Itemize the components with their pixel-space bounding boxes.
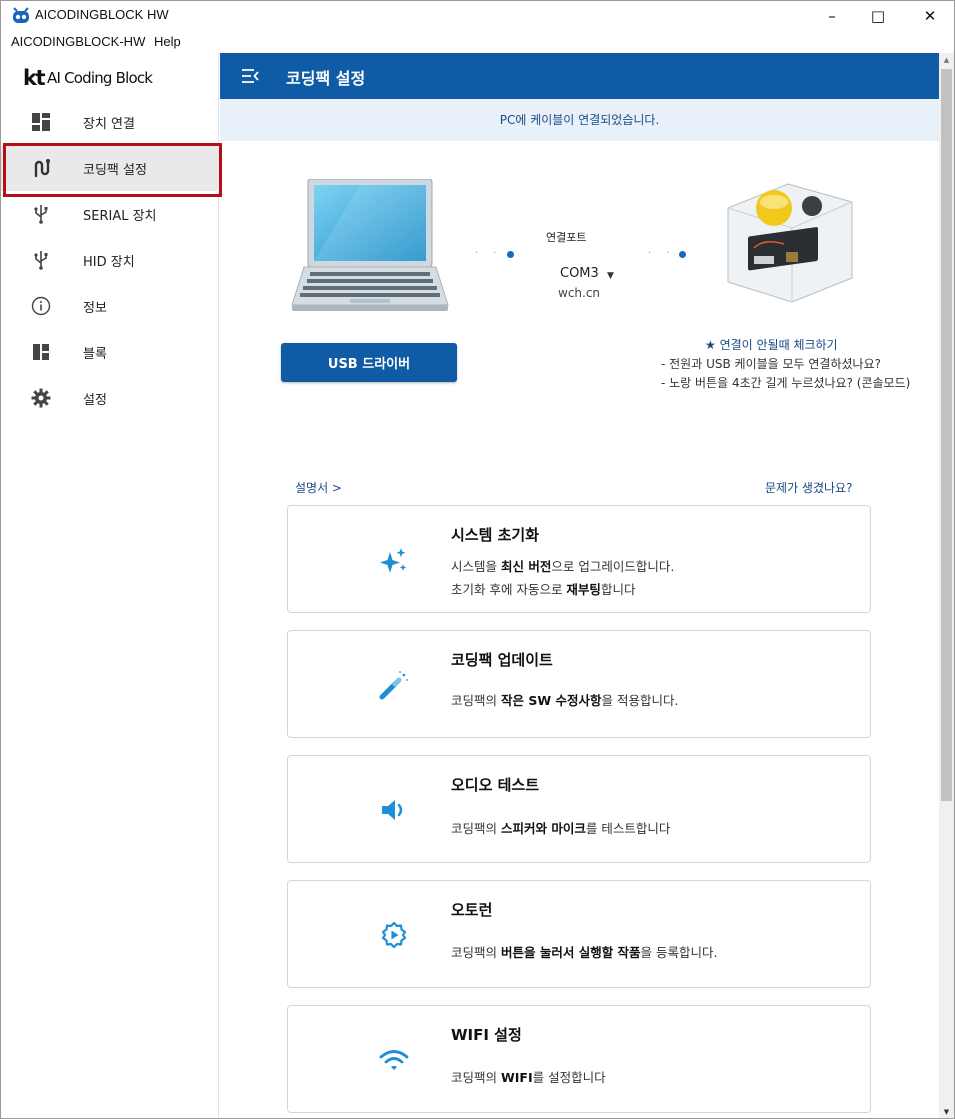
card-audio-test[interactable]: 오디오 테스트 코딩팩의 스피커와 마이크를 테스트합니다 <box>287 755 871 863</box>
speaker-icon <box>382 800 403 820</box>
selection-highlight-frame <box>3 143 222 197</box>
page-title: 코딩팩 설정 <box>286 69 366 88</box>
port-driver-vendor: wch.cn <box>558 286 601 300</box>
window-title: AICODINGBLOCK HW <box>35 7 169 22</box>
troubleshoot-line: - 전원과 USB 케이블을 모두 연결하셨나요? <box>661 357 882 371</box>
sidebar: kt AI Coding Block 장치 연결 코딩팩 설정 SERIAL 장… <box>1 53 219 1118</box>
blocks-icon <box>33 344 49 360</box>
card-desc-text: 을 적용합니다. <box>601 693 679 708</box>
troubleshoot-line: - 노랑 버튼을 4초간 길게 누르셨나요? (콘솔모드) <box>661 376 911 390</box>
menu-bar: AICODINGBLOCK-HW Help <box>1 31 954 53</box>
connector-dots-right: · · <box>648 248 676 259</box>
card-desc-text: 코딩팩의 <box>451 1070 501 1085</box>
card-desc-text: 시스템을 <box>451 559 501 574</box>
card-wifi-settings[interactable]: WIFI 설정 코딩팩의 WIFI를 설정합니다 <box>287 1005 871 1113</box>
menu-help[interactable]: Help <box>154 34 181 49</box>
card-desc-text: 합니다 <box>600 582 636 597</box>
sidebar-item-label: HID 장치 <box>83 255 135 270</box>
connector-dot-left <box>507 251 514 258</box>
menu-collapse-icon[interactable] <box>240 67 260 85</box>
sidebar-item-serial[interactable]: SERIAL 장치 <box>1 191 219 237</box>
card-title: 코딩팩 업데이트 <box>451 651 553 669</box>
dashboard-icon <box>32 113 50 131</box>
card-title: 오토런 <box>451 901 493 919</box>
sidebar-item-hid[interactable]: HID 장치 <box>1 237 219 283</box>
main-content: 코딩팩 설정 PC에 케이블이 연결되었습니다. · · · · 연결포트 CO… <box>220 53 939 1118</box>
sidebar-item-settings[interactable]: 설정 <box>1 375 219 421</box>
sidebar-item-label: 블록 <box>83 347 107 362</box>
card-desc-text: 초기화 후에 자동으로 <box>451 582 567 597</box>
maximize-button[interactable]: □ <box>855 1 901 31</box>
wifi-icon <box>379 1050 409 1070</box>
vertical-scrollbar[interactable]: ▲ ▼ <box>939 53 954 1118</box>
card-desc-text: 코딩팩의 <box>451 693 501 708</box>
page-header: 코딩팩 설정 <box>220 53 939 99</box>
card-title: 시스템 초기화 <box>451 526 540 544</box>
gear-icon <box>31 388 51 408</box>
kt-logo: kt AI Coding Block <box>23 66 153 90</box>
card-desc-text: 코딩팩의 <box>451 945 501 960</box>
card-title: WIFI 설정 <box>451 1026 522 1044</box>
logo-kt-mark: kt <box>23 66 46 90</box>
card-description: 코딩팩의 버튼을 눌러서 실행할 작품을 등록합니다. <box>451 942 718 961</box>
scroll-up-arrow-icon[interactable]: ▲ <box>939 53 954 68</box>
app-window: AICODINGBLOCK HW – □ ✕ AICODINGBLOCK-HW … <box>0 0 955 1119</box>
sidebar-item-label: 장치 연결 <box>83 117 135 132</box>
menu-aicodingblock[interactable]: AICODINGBLOCK-HW <box>11 34 145 49</box>
chevron-down-icon[interactable]: ▼ <box>607 271 614 281</box>
card-desc-text: 으로 업그레이드합니다. <box>551 559 675 574</box>
card-description: 시스템을 최신 버전으로 업그레이드합니다. <box>451 556 674 575</box>
usb-driver-button[interactable]: USB 드라이버 <box>281 343 457 382</box>
sidebar-item-info[interactable]: 정보 <box>1 283 219 329</box>
connection-status-text: PC에 케이블이 연결되었습니다. <box>499 113 660 127</box>
laptop-illustration <box>291 179 449 311</box>
trouble-link[interactable]: 문제가 생겼나요? <box>765 479 852 496</box>
card-coding-pack-update[interactable]: 코딩팩 업데이트 코딩팩의 작은 SW 수정사항을 적용합니다. <box>287 630 871 738</box>
troubleshoot-title: ★ 연결이 안될때 체크하기 <box>705 338 838 352</box>
coding-pack-device-illustration <box>727 183 853 303</box>
logo-text: AI Coding Block <box>47 69 153 87</box>
card-description: 코딩팩의 작은 SW 수정사항을 적용합니다. <box>451 690 678 709</box>
card-desc-text: 을 등록합니다. <box>640 945 718 960</box>
card-description: 코딩팩의 WIFI를 설정합니다 <box>451 1067 606 1086</box>
port-select[interactable]: COM3 <box>560 266 599 281</box>
magic-wand-icon <box>379 671 408 700</box>
title-bar: AICODINGBLOCK HW – □ ✕ <box>1 1 954 31</box>
sidebar-item-device-connect[interactable]: 장치 연결 <box>1 99 219 145</box>
sidebar-item-label: 설정 <box>83 393 107 408</box>
scroll-down-arrow-icon[interactable]: ▼ <box>939 1105 954 1118</box>
card-description: 초기화 후에 자동으로 재부팅합니다 <box>451 579 635 598</box>
card-desc-emphasis: 스피커와 마이크 <box>500 821 586 836</box>
close-button[interactable]: ✕ <box>907 1 953 31</box>
port-label: 연결포트 <box>546 231 587 244</box>
card-desc-text: 를 설정합니다 <box>532 1070 606 1085</box>
sidebar-item-label: 정보 <box>83 301 107 316</box>
usb-icon <box>34 205 48 224</box>
card-desc-emphasis: WIFI <box>500 1070 533 1085</box>
manual-link[interactable]: 설명서 > <box>295 479 342 496</box>
sparkle-icon <box>380 548 407 573</box>
card-desc-emphasis: 버튼을 눌러서 실행할 작품 <box>500 945 641 960</box>
sidebar-item-label: SERIAL 장치 <box>83 209 157 224</box>
connector-dot-right <box>679 251 686 258</box>
connector-dots-left: · · <box>475 248 503 259</box>
card-desc-text: 를 테스트합니다 <box>585 821 671 836</box>
scrollbar-thumb[interactable] <box>941 69 952 801</box>
card-autorun[interactable]: 오토런 코딩팩의 버튼을 눌러서 실행할 작품을 등록합니다. <box>287 880 871 988</box>
sidebar-item-blocks[interactable]: 블록 <box>1 329 219 375</box>
info-icon <box>31 296 51 316</box>
card-desc-emphasis: 작은 SW 수정사항 <box>500 693 602 708</box>
card-system-reset[interactable]: 시스템 초기화 시스템을 최신 버전으로 업그레이드합니다. 초기화 후에 자동… <box>287 505 871 613</box>
card-title: 오디오 테스트 <box>451 776 540 794</box>
card-desc-emphasis: 재부팅 <box>566 582 601 597</box>
card-desc-emphasis: 최신 버전 <box>500 559 552 574</box>
usb-icon <box>34 251 48 270</box>
card-description: 코딩팩의 스피커와 마이크를 테스트합니다 <box>451 818 670 837</box>
minimize-button[interactable]: – <box>809 1 855 31</box>
autorun-gear-icon <box>381 921 407 949</box>
card-desc-text: 코딩팩의 <box>451 821 501 836</box>
connection-status-bar: PC에 케이블이 연결되었습니다. <box>220 99 939 141</box>
robot-app-icon <box>13 7 29 23</box>
